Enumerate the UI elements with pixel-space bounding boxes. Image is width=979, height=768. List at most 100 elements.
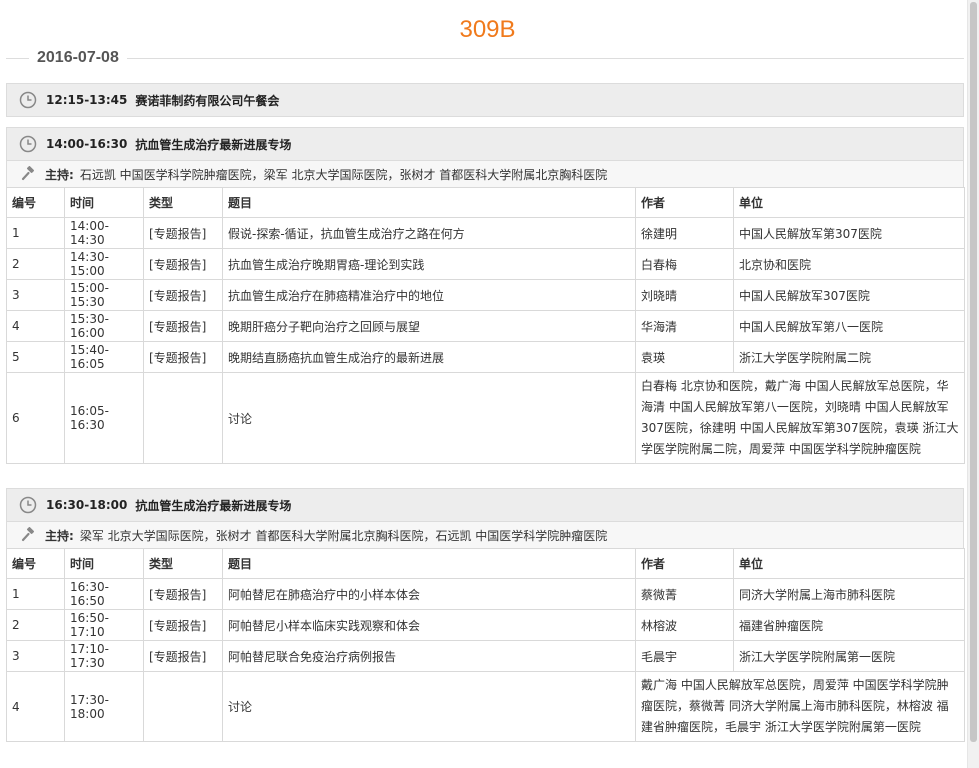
cell-time: 17:10-17:30 xyxy=(64,640,144,672)
table-header-row: 编号 时间 类型 题目 作者 单位 xyxy=(6,187,965,218)
cell-time: 15:00-15:30 xyxy=(64,279,144,311)
cell-time: 15:40-16:05 xyxy=(64,341,144,373)
cell-type: [专题报告] xyxy=(143,578,223,610)
col-header-no: 编号 xyxy=(6,187,65,218)
session-title: 赛诺菲制药有限公司午餐会 xyxy=(135,93,280,108)
cell-unit: 中国人民解放军第307医院 xyxy=(733,217,965,249)
cell-author: 袁瑛 xyxy=(635,341,734,373)
cell-no: 5 xyxy=(6,341,65,373)
cell-topic: 抗血管生成治疗在肺癌精准治疗中的地位 xyxy=(222,279,636,311)
session-header[interactable]: 14:00-16:30 抗血管生成治疗最新进展专场 xyxy=(6,127,964,161)
cell-no: 4 xyxy=(6,310,65,342)
table-row: 4 15:30-16:00 [专题报告] 晚期肝癌分子靶向治疗之回顾与展望 华海… xyxy=(6,310,965,342)
cell-author: 刘晓晴 xyxy=(635,279,734,311)
cell-topic: 讨论 xyxy=(222,671,636,742)
session-2: 16:30-18:00 抗血管生成治疗最新进展专场 主持: 梁军 北京大学国际医… xyxy=(6,488,965,742)
cell-type: [专题报告] xyxy=(143,609,223,641)
date-label: 2016-07-08 xyxy=(29,47,127,69)
session-title: 抗血管生成治疗最新进展专场 xyxy=(135,137,292,152)
cell-author: 白春梅 xyxy=(635,248,734,280)
cell-author: 蔡微菁 xyxy=(635,578,734,610)
table-row: 2 14:30-15:00 [专题报告] 抗血管生成治疗晚期胃癌-理论到实践 白… xyxy=(6,248,965,280)
cell-author: 毛晨宇 xyxy=(635,640,734,672)
col-header-topic: 题目 xyxy=(222,548,636,579)
table-row: 1 14:00-14:30 [专题报告] 假说-探索-循证，抗血管生成治疗之路在… xyxy=(6,217,965,249)
cell-no: 1 xyxy=(6,217,65,249)
cell-type: [专题报告] xyxy=(143,279,223,311)
cell-time: 15:30-16:00 xyxy=(64,310,144,342)
schedule-table: 编号 时间 类型 题目 作者 单位 1 16:30-16:50 [专题报告] 阿… xyxy=(6,548,965,742)
cell-unit: 浙江大学医学院附属第一医院 xyxy=(733,640,965,672)
cell-author: 华海清 xyxy=(635,310,734,342)
cell-topic: 阿帕替尼在肺癌治疗中的小样本体会 xyxy=(222,578,636,610)
cell-type: [专题报告] xyxy=(143,640,223,672)
divider xyxy=(6,58,964,59)
cell-type xyxy=(143,671,223,742)
session-time: 14:00-16:30 xyxy=(46,137,128,151)
cell-author: 徐建明 xyxy=(635,217,734,249)
table-row: 1 16:30-16:50 [专题报告] 阿帕替尼在肺癌治疗中的小样本体会 蔡微… xyxy=(6,578,965,610)
cell-unit: 北京协和医院 xyxy=(733,248,965,280)
cell-no: 6 xyxy=(6,372,65,464)
session-header[interactable]: 12:15-13:45 赛诺菲制药有限公司午餐会 xyxy=(6,83,964,117)
cell-no: 2 xyxy=(6,609,65,641)
host-names: 石远凯 中国医学科学院肿瘤医院，梁军 北京大学国际医院，张树才 首都医科大学附属… xyxy=(79,167,608,182)
clock-icon xyxy=(19,91,37,109)
session-1: 14:00-16:30 抗血管生成治疗最新进展专场 主持: 石远凯 中国医学科学… xyxy=(6,127,965,464)
col-header-unit: 单位 xyxy=(733,548,965,579)
session-time: 16:30-18:00 xyxy=(46,498,128,512)
gavel-icon xyxy=(21,166,34,181)
table-row: 5 15:40-16:05 [专题报告] 晚期结直肠癌抗血管生成治疗的最新进展 … xyxy=(6,341,965,373)
cell-unit: 中国人民解放军第八一医院 xyxy=(733,310,965,342)
cell-topic: 阿帕替尼联合免疫治疗病例报告 xyxy=(222,640,636,672)
cell-type: [专题报告] xyxy=(143,248,223,280)
host-label: 主持: xyxy=(45,167,74,182)
cell-topic: 抗血管生成治疗晚期胃癌-理论到实践 xyxy=(222,248,636,280)
cell-type: [专题报告] xyxy=(143,217,223,249)
table-row: 2 16:50-17:10 [专题报告] 阿帕替尼小样本临床实践观察和体会 林榕… xyxy=(6,609,965,641)
cell-no: 3 xyxy=(6,279,65,311)
cell-topic: 讨论 xyxy=(222,372,636,464)
cell-topic: 晚期肝癌分子靶向治疗之回顾与展望 xyxy=(222,310,636,342)
host-row: 主持: 梁军 北京大学国际医院，张树才 首都医科大学附属北京胸科医院，石远凯 中… xyxy=(6,522,964,548)
cell-panelists: 戴广海 中国人民解放军总医院，周爱萍 中国医学科学院肿瘤医院，蔡微菁 同济大学附… xyxy=(635,671,965,742)
vertical-scrollbar[interactable] xyxy=(967,0,979,768)
session-header[interactable]: 16:30-18:00 抗血管生成治疗最新进展专场 xyxy=(6,488,964,522)
col-header-author: 作者 xyxy=(635,548,734,579)
table-row: 6 16:05-16:30 讨论 白春梅 北京协和医院，戴广海 中国人民解放军总… xyxy=(6,372,965,464)
clock-icon xyxy=(19,496,37,514)
host-row: 主持: 石远凯 中国医学科学院肿瘤医院，梁军 北京大学国际医院，张树才 首都医科… xyxy=(6,161,964,187)
cell-author: 林榕波 xyxy=(635,609,734,641)
schedule-table: 编号 时间 类型 题目 作者 单位 1 14:00-14:30 [专题报告] 假… xyxy=(6,187,965,464)
table-row: 3 17:10-17:30 [专题报告] 阿帕替尼联合免疫治疗病例报告 毛晨宇 … xyxy=(6,640,965,672)
room-title: 309B xyxy=(459,16,516,43)
col-header-type: 类型 xyxy=(143,187,223,218)
host-names: 梁军 北京大学国际医院，张树才 首都医科大学附属北京胸科医院，石远凯 中国医学科… xyxy=(79,528,608,543)
session-time: 12:15-13:45 xyxy=(46,93,128,107)
cell-type: [专题报告] xyxy=(143,310,223,342)
cell-unit: 同济大学附属上海市肺科医院 xyxy=(733,578,965,610)
cell-panelists: 白春梅 北京协和医院，戴广海 中国人民解放军总医院，华海清 中国人民解放军第八一… xyxy=(635,372,965,464)
cell-no: 2 xyxy=(6,248,65,280)
cell-topic: 阿帕替尼小样本临床实践观察和体会 xyxy=(222,609,636,641)
cell-time: 16:30-16:50 xyxy=(64,578,144,610)
cell-type: [专题报告] xyxy=(143,341,223,373)
cell-unit: 福建省肿瘤医院 xyxy=(733,609,965,641)
cell-time: 17:30-18:00 xyxy=(64,671,144,742)
date-header: 2016-07-08 xyxy=(6,47,964,69)
cell-time: 16:50-17:10 xyxy=(64,609,144,641)
cell-time: 14:30-15:00 xyxy=(64,248,144,280)
col-header-time: 时间 xyxy=(64,548,144,579)
col-header-type: 类型 xyxy=(143,548,223,579)
scrollbar-thumb[interactable] xyxy=(970,2,977,742)
session-lunch: 12:15-13:45 赛诺菲制药有限公司午餐会 xyxy=(6,83,964,117)
session-title: 抗血管生成治疗最新进展专场 xyxy=(135,498,292,513)
gavel-icon xyxy=(21,527,34,542)
col-header-unit: 单位 xyxy=(733,187,965,218)
cell-unit: 中国人民解放军307医院 xyxy=(733,279,965,311)
table-row: 4 17:30-18:00 讨论 戴广海 中国人民解放军总医院，周爱萍 中国医学… xyxy=(6,671,965,742)
cell-topic: 假说-探索-循证，抗血管生成治疗之路在何方 xyxy=(222,217,636,249)
col-header-topic: 题目 xyxy=(222,187,636,218)
cell-topic: 晚期结直肠癌抗血管生成治疗的最新进展 xyxy=(222,341,636,373)
cell-no: 3 xyxy=(6,640,65,672)
